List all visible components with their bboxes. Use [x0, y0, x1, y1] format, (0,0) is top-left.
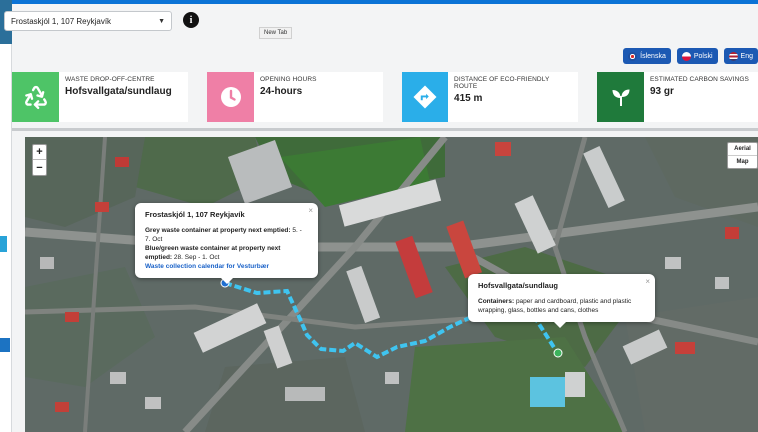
- grey-container-info: Grey waste container at property next em…: [145, 226, 308, 244]
- map-type-control: Aerial Map: [727, 142, 758, 169]
- language-button-english[interactable]: Eng: [723, 48, 758, 64]
- blue-container-info: Blue/green waste container at property n…: [145, 244, 308, 262]
- close-icon[interactable]: ×: [645, 277, 650, 286]
- aerial-button[interactable]: Aerial: [728, 143, 757, 156]
- collection-calendar-link[interactable]: Waste collection calendar for Vesturbær: [145, 262, 308, 271]
- card-value: Hofsvallgata/sundlaug: [65, 86, 172, 97]
- containers-label: Containers:: [478, 298, 515, 305]
- carbon-savings-card: ESTIMATED CARBON SAVINGS 93 gr: [597, 72, 758, 122]
- map-view[interactable]: + − Aerial Map × Frostaskjól 1, 107 Reyk…: [25, 137, 758, 432]
- top-accent-bar: [12, 0, 758, 4]
- popup-title: Frostaskjól 1, 107 Reykjavík: [145, 210, 245, 219]
- zoom-out-button[interactable]: −: [33, 160, 46, 175]
- dropoff-centre-popup: × Hofsvallgata/sundlaug Containers: pape…: [468, 274, 655, 328]
- address-select[interactable]: Frostaskjól 1, 107 Reykjavík ▼: [4, 11, 172, 31]
- close-icon[interactable]: ×: [308, 206, 313, 215]
- card-value: 415 m: [454, 93, 483, 104]
- containers-info: Containers: paper and cardboard, plastic…: [478, 297, 645, 315]
- route-distance-card: DISTANCE OF ECO-FRIENDLY ROUTE 415 m: [402, 72, 578, 122]
- uk-flag-icon: [728, 51, 738, 61]
- zoom-in-button[interactable]: +: [33, 145, 46, 160]
- clock-icon: [207, 72, 254, 122]
- sidebar-button[interactable]: [0, 338, 10, 352]
- card-label: OPENING HOURS: [260, 76, 317, 83]
- language-switcher: Íslenska Polski Eng: [623, 48, 758, 64]
- popup-title: Hofsvallgata/sundlaug: [478, 281, 559, 290]
- grey-container-label: Grey waste container at property next em…: [145, 227, 291, 234]
- waste-dropoff-card: WASTE DROP-OFF-CENTRE Hofsvallgata/sundl…: [12, 72, 188, 122]
- map-button[interactable]: Map: [728, 156, 757, 168]
- card-label: DISTANCE OF ECO-FRIENDLY ROUTE: [454, 76, 550, 90]
- sidebar-active-tab[interactable]: [0, 236, 7, 252]
- card-value: 24-hours: [260, 86, 303, 97]
- card-value: 93 gr: [650, 86, 674, 97]
- language-label: Polski: [693, 52, 713, 60]
- blue-container-dates: 28. Sep - 1. Oct: [173, 254, 220, 261]
- language-button-icelandic[interactable]: Íslenska: [623, 48, 671, 64]
- sidebar-edge: [0, 0, 12, 432]
- address-select-value: Frostaskjól 1, 107 Reykjavík: [11, 16, 112, 26]
- card-label: ESTIMATED CARBON SAVINGS: [650, 76, 749, 83]
- new-tab-tooltip: New Tab: [259, 27, 293, 39]
- poland-flag-icon: [681, 51, 691, 61]
- section-divider: [12, 128, 758, 131]
- language-label: Eng: [740, 52, 753, 60]
- language-label: Íslenska: [640, 52, 666, 60]
- chevron-down-icon: ▼: [158, 17, 165, 25]
- opening-hours-card: OPENING HOURS 24-hours: [207, 72, 383, 122]
- recycle-icon: [12, 72, 59, 122]
- sprout-icon: [597, 72, 644, 122]
- route-arrow-icon: [402, 72, 449, 122]
- zoom-control: + −: [32, 144, 47, 176]
- info-icon[interactable]: i: [183, 12, 199, 28]
- home-address-popup: × Frostaskjól 1, 107 Reykjavík Grey wast…: [135, 203, 318, 284]
- iceland-flag-icon: [628, 51, 638, 61]
- language-button-polish[interactable]: Polski: [676, 48, 718, 64]
- card-label: WASTE DROP-OFF-CENTRE: [65, 76, 155, 83]
